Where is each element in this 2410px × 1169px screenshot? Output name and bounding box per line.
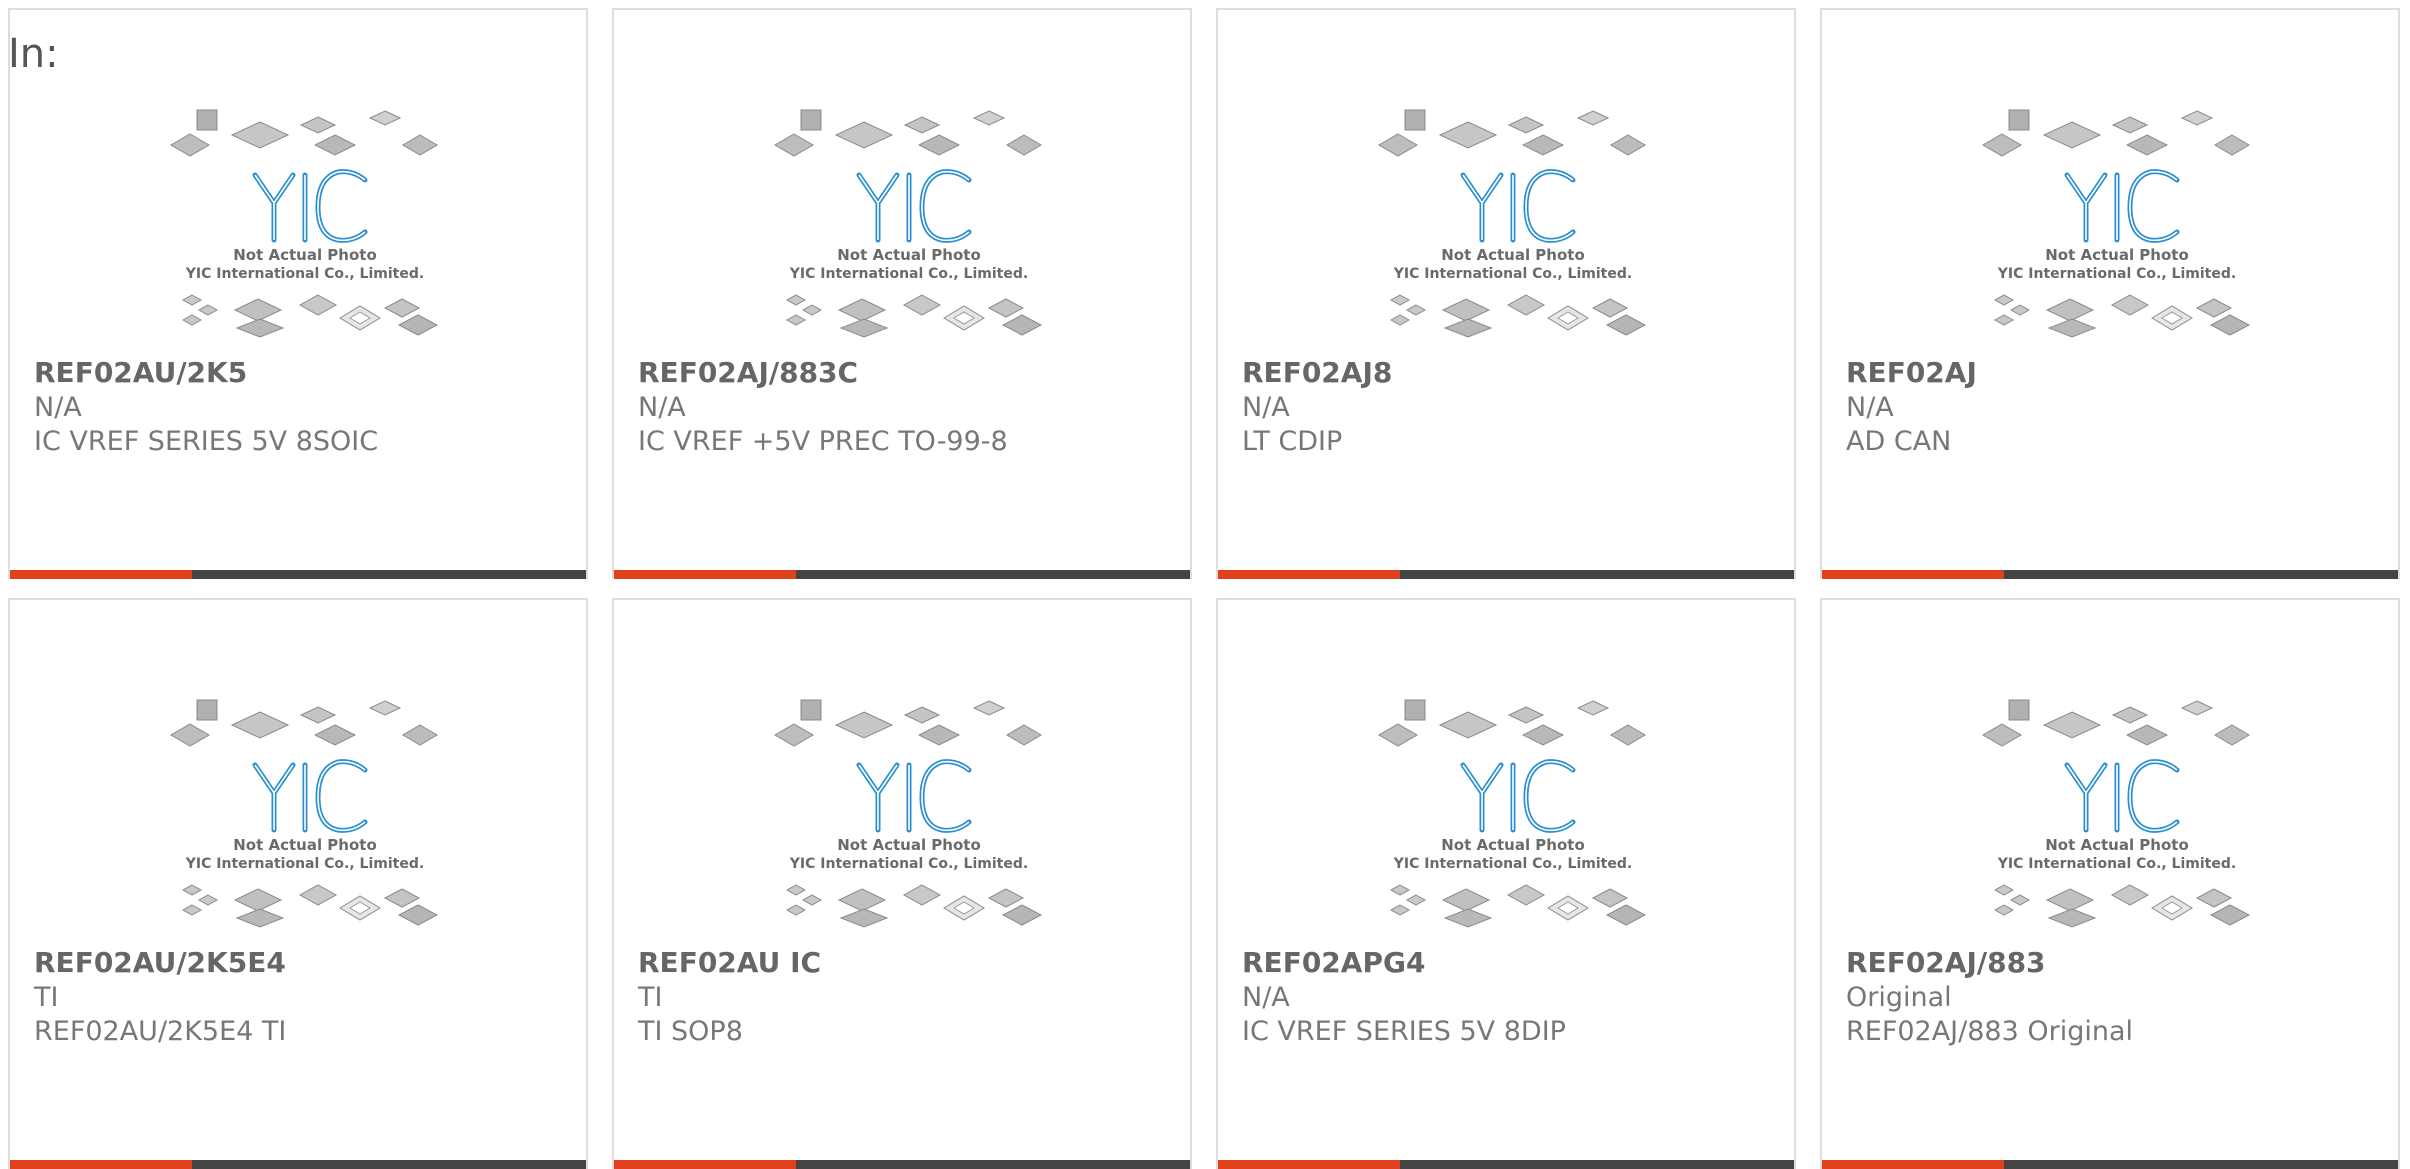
- card-accent-bar: [10, 1160, 192, 1169]
- product-card[interactable]: Not Actual Photo YIC International Co., L…: [8, 8, 588, 579]
- part-number[interactable]: REF02AJ8: [1242, 356, 1392, 389]
- manufacturer: N/A: [1242, 982, 1290, 1013]
- photo-caption: YIC International Co., Limited.: [185, 266, 424, 282]
- not-actual-photo-image: Not Actual Photo YIC International Co., L…: [170, 699, 439, 928]
- not-actual-photo-image: Not Actual Photo YIC International Co., L…: [774, 109, 1043, 338]
- card-accent-bar: [10, 570, 192, 579]
- product-card[interactable]: Not Actual Photo YIC International Co., L…: [1820, 8, 2400, 579]
- part-number[interactable]: REF02AU IC: [638, 946, 821, 979]
- card-bottom-bar: [10, 570, 586, 579]
- photo-caption: Not Actual Photo: [1441, 836, 1585, 854]
- card-bottom-bar: [1218, 570, 1794, 579]
- description: IC VREF SERIES 5V 8DIP: [1242, 1016, 1566, 1047]
- photo-caption: Not Actual Photo: [837, 246, 981, 264]
- description: REF02AU/2K5E4 TI: [34, 1016, 287, 1047]
- manufacturer: TI: [34, 982, 59, 1013]
- card-bottom-bar: [10, 1160, 586, 1169]
- not-actual-photo-image: Not Actual Photo YIC International Co., L…: [1378, 699, 1647, 928]
- product-card[interactable]: Not Actual Photo YIC International Co., L…: [1820, 598, 2400, 1169]
- photo-caption: Not Actual Photo: [1441, 246, 1585, 264]
- product-card[interactable]: Not Actual Photo YIC International Co., L…: [612, 598, 1192, 1169]
- photo-caption: Not Actual Photo: [233, 836, 377, 854]
- description: LT CDIP: [1242, 426, 1343, 457]
- photo-caption: YIC International Co., Limited.: [185, 856, 424, 872]
- photo-caption: Not Actual Photo: [233, 246, 377, 264]
- description: TI SOP8: [638, 1016, 743, 1047]
- product-grid: Not Actual Photo YIC International Co., L…: [0, 0, 2410, 1169]
- in-label: In:: [8, 31, 59, 77]
- manufacturer: N/A: [34, 392, 82, 423]
- description: AD CAN: [1846, 426, 1952, 457]
- photo-caption: YIC International Co., Limited.: [1393, 266, 1632, 282]
- description: IC VREF +5V PREC TO-99-8: [638, 426, 1008, 457]
- product-card[interactable]: Not Actual Photo YIC International Co., L…: [1216, 8, 1796, 579]
- card-accent-bar: [1822, 1160, 2004, 1169]
- part-number[interactable]: REF02AJ/883C: [638, 356, 858, 389]
- manufacturer: Original: [1846, 982, 1952, 1013]
- product-card[interactable]: Not Actual Photo YIC International Co., L…: [1216, 598, 1796, 1169]
- card-bottom-bar: [1822, 570, 2398, 579]
- card-accent-bar: [1218, 570, 1400, 579]
- card-accent-bar: [1218, 1160, 1400, 1169]
- not-actual-photo-image: Not Actual Photo YIC International Co., L…: [1378, 109, 1647, 338]
- photo-caption: YIC International Co., Limited.: [789, 266, 1028, 282]
- not-actual-photo-image: Not Actual Photo YIC International Co., L…: [774, 699, 1043, 928]
- card-accent-bar: [614, 1160, 796, 1169]
- card-accent-bar: [1822, 570, 2004, 579]
- card-bottom-bar: [614, 1160, 1190, 1169]
- photo-caption: YIC International Co., Limited.: [1997, 266, 2236, 282]
- manufacturer: TI: [638, 982, 663, 1013]
- card-bottom-bar: [614, 570, 1190, 579]
- photo-caption: YIC International Co., Limited.: [1393, 856, 1632, 872]
- manufacturer: N/A: [1242, 392, 1290, 423]
- product-card[interactable]: Not Actual Photo YIC International Co., L…: [612, 8, 1192, 579]
- photo-caption: YIC International Co., Limited.: [1997, 856, 2236, 872]
- part-number[interactable]: REF02AU/2K5: [34, 356, 247, 389]
- not-actual-photo-image: Not Actual Photo YIC International Co., L…: [1982, 109, 2251, 338]
- description: REF02AJ/883 Original: [1846, 1016, 2134, 1047]
- manufacturer: N/A: [638, 392, 686, 423]
- product-card[interactable]: Not Actual Photo YIC International Co., L…: [8, 598, 588, 1169]
- card-bottom-bar: [1218, 1160, 1794, 1169]
- description: IC VREF SERIES 5V 8SOIC: [34, 426, 379, 457]
- card-accent-bar: [614, 570, 796, 579]
- not-actual-photo-image: Not Actual Photo YIC International Co., L…: [1982, 699, 2251, 928]
- photo-caption: Not Actual Photo: [2045, 836, 2189, 854]
- part-number[interactable]: REF02AJ: [1846, 356, 1977, 389]
- card-bottom-bar: [1822, 1160, 2398, 1169]
- part-number[interactable]: REF02AJ/883: [1846, 946, 2046, 979]
- manufacturer: N/A: [1846, 392, 1894, 423]
- not-actual-photo-image: Not Actual Photo YIC International Co., L…: [170, 109, 439, 338]
- part-number[interactable]: REF02AU/2K5E4: [34, 946, 286, 979]
- photo-caption: Not Actual Photo: [2045, 246, 2189, 264]
- part-number[interactable]: REF02APG4: [1242, 946, 1425, 979]
- photo-caption: YIC International Co., Limited.: [789, 856, 1028, 872]
- photo-caption: Not Actual Photo: [837, 836, 981, 854]
